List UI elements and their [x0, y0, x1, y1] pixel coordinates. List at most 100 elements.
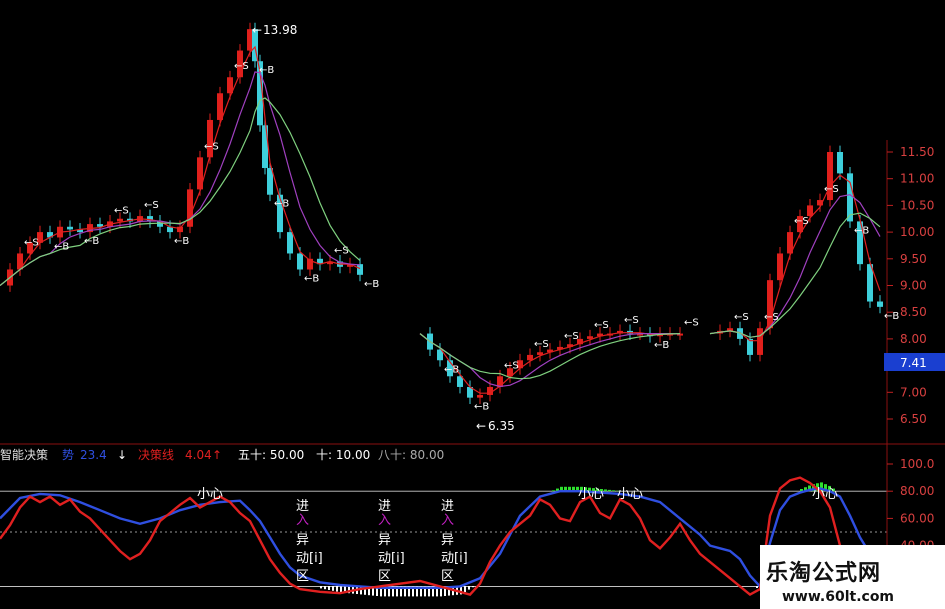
watermark-url: www.60lt.com [782, 589, 895, 605]
sell-signal: ←S [144, 200, 159, 211]
anomaly-char-dong: 动[i] [378, 551, 405, 566]
buy-signal: ←B [364, 279, 379, 290]
anomaly-char-yi: 异 [296, 533, 309, 548]
line1-label: 势 [62, 448, 74, 462]
histogram-bar-low [468, 586, 470, 590]
buy-signal: ←B [54, 241, 69, 252]
entry-char-jin: 进 [441, 499, 454, 514]
candle-body [877, 301, 883, 307]
sell-signal: ←S [534, 339, 549, 350]
level-10-label: 十: 10.00 [316, 448, 370, 462]
indicator-tick-label: 60.00 [900, 511, 934, 525]
buy-signal: ←B [84, 236, 99, 247]
price-tick-label: 11.00 [900, 172, 934, 186]
anomaly-char-dong: 动[i] [441, 551, 468, 566]
histogram-bar-low [472, 586, 474, 588]
sell-signal: ←S [734, 312, 749, 323]
histogram-bar [608, 489, 611, 492]
histogram-bar-low [340, 586, 342, 593]
price-tick-label: 10.50 [900, 198, 934, 212]
entry-char-jin: 进 [296, 499, 309, 514]
level-50-label: 五十: 50.00 [238, 448, 304, 462]
buy-signal: ←B [884, 311, 899, 322]
candle-body [217, 93, 223, 120]
anomaly-char-yi: 异 [378, 533, 391, 548]
buy-signal: ←B [474, 402, 489, 413]
chart-canvas[interactable]: ←S ←B ←B ←S ←S ←B ←S ←S ←B ←B ←B ←S ←B ←B ←B ←S ←S ←S ←S ←S… [0, 0, 945, 609]
entry-zone-3: 进 入 异 动[i] 区 [441, 499, 468, 584]
sell-signal: ←S [24, 237, 39, 248]
histogram-bar-low [324, 586, 326, 590]
histogram-bar-low [464, 586, 466, 592]
candle-body [357, 264, 363, 275]
candle-body [837, 152, 843, 174]
stock-chart-window: ←S ←B ←B ←S ←S ←B ←S ←S ←B ←B ←B ←S ←B ←B ←B ←S ←S ←S ←S ←S… [0, 0, 945, 609]
price-tick-label: 9.50 [900, 252, 927, 266]
sell-signal: ←S [594, 320, 609, 331]
sell-signal: ←S [114, 205, 129, 216]
caution-label-4: 小心 [812, 487, 838, 502]
candle-body [117, 218, 123, 222]
histogram-bar-low [320, 586, 322, 589]
line1-value: 23.4 [80, 448, 107, 462]
low-arrow-icon: ← [476, 419, 486, 433]
indicator-header: 智能决策 势 23.4 ↓ 决策线 4.04 ↑ 五十: 50.00 十: 10… [0, 447, 444, 462]
site-watermark: 乐淘公式网 www.60lt.com [760, 545, 945, 609]
buy-signal: ←B [854, 225, 869, 236]
anomaly-char-dong: 动[i] [296, 551, 323, 566]
sell-signal: ←S [504, 360, 519, 371]
indicator-tick-label: 100.0 [900, 457, 934, 471]
line2-value: 4.04 [185, 448, 212, 462]
current-price-label: 7.41 [900, 356, 927, 370]
buy-signal: ←B [304, 273, 319, 284]
anomaly-char-qu: 区 [441, 569, 454, 584]
price-tick-label: 8.00 [900, 332, 927, 346]
anomaly-char-yi: 异 [441, 533, 454, 548]
indicator-lines [0, 476, 872, 597]
sell-signal: ←S [334, 245, 349, 256]
histogram-bar [552, 490, 555, 492]
indicator-name: 智能决策 [0, 447, 48, 462]
buy-signal: ←B [654, 340, 669, 351]
buy-signal: ←B [274, 199, 289, 210]
price-grid [886, 140, 893, 444]
anomaly-char-qu: 区 [378, 569, 391, 584]
decision-line [0, 476, 862, 597]
down-arrow-icon: ↓ [117, 448, 127, 462]
entry-char-ru: 入 [296, 513, 309, 528]
anomaly-char-qu: 区 [296, 569, 309, 584]
sell-signal: ←S [204, 141, 219, 152]
level-80-label: 八十: 80.00 [378, 448, 444, 462]
indicator-axis: 100.080.0060.0040.00 [900, 457, 934, 553]
candle-body [187, 189, 193, 227]
candle-body [67, 226, 73, 230]
entry-char-ru: 入 [378, 513, 391, 528]
buy-signal: ←B [444, 364, 459, 375]
sell-signal: ←S [234, 61, 249, 72]
candle-body [287, 232, 293, 254]
ma-mid-line [0, 71, 361, 286]
price-tick-label: 10.00 [900, 225, 934, 239]
sell-signal: ←S [564, 331, 579, 342]
watermark-title: 乐淘公式网 [766, 561, 882, 586]
up-arrow-icon: ↑ [212, 448, 222, 462]
trend-line [0, 487, 872, 589]
histogram-bar-low [332, 586, 334, 591]
candle-body [757, 328, 763, 355]
high-arrow-icon: ← [252, 23, 262, 37]
sell-signal: ←S [684, 318, 699, 329]
caution-label-3: 小心 [617, 487, 643, 502]
high-price-marker: 13.98 [263, 23, 297, 37]
candle-body [747, 338, 753, 355]
candle-body [807, 205, 813, 217]
histogram-bar [612, 490, 615, 492]
sell-signal: ←S [824, 184, 839, 195]
line2-label: 决策线 [138, 448, 174, 462]
price-tick-label: 9.00 [900, 279, 927, 293]
histogram-bar-low [328, 586, 330, 590]
histogram-bar-low [336, 586, 338, 592]
caution-label-2: 小心 [578, 487, 604, 502]
price-candles [7, 22, 883, 405]
sell-signal: ←S [764, 312, 779, 323]
entry-char-jin: 进 [378, 499, 391, 514]
